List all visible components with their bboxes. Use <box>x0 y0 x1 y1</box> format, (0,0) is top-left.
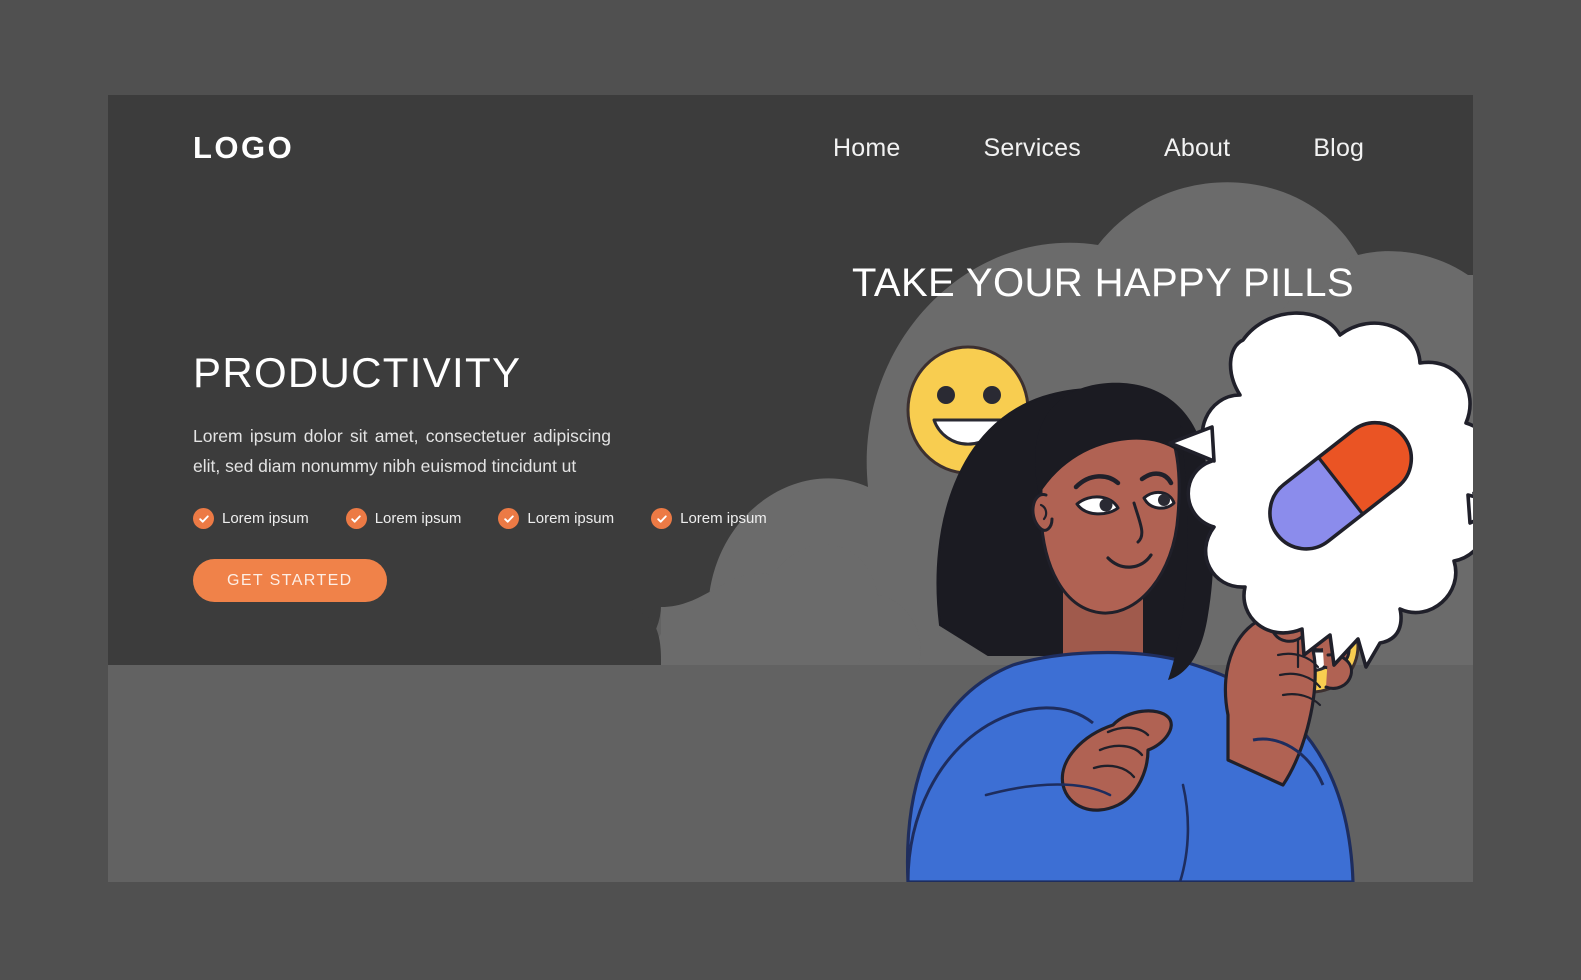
feature-list: Lorem ipsum Lorem ipsum Lorem ipsum Lore… <box>193 508 767 530</box>
feature-label: Lorem ipsum <box>527 510 615 528</box>
nav-item-services[interactable]: Services <box>984 136 1081 161</box>
feature-label: Lorem ipsum <box>680 510 767 528</box>
nav-item-about[interactable]: About <box>1164 136 1230 161</box>
feature-item-2[interactable]: Lorem ipsum <box>345 508 462 530</box>
page-title: PRODUCTIVITY <box>193 349 522 396</box>
landing-page-card: LOGO Home Services About Blog TAKE YOUR … <box>108 95 1473 882</box>
hero-copy-block: PRODUCTIVITY Lorem ipsum dolor sit amet,… <box>193 349 767 603</box>
site-header: LOGO Home Services About Blog <box>108 95 1473 215</box>
logo[interactable]: LOGO <box>193 132 294 163</box>
main-navigation: Home Services About Blog <box>833 136 1364 161</box>
smiley-face-medium-icon <box>1264 598 1360 694</box>
screenshot-canvas: LOGO Home Services About Blog TAKE YOUR … <box>0 0 1581 980</box>
feature-item-4[interactable]: Lorem ipsum <box>651 508 767 530</box>
feature-label: Lorem ipsum <box>374 510 462 528</box>
hero-description: Lorem ipsum dolor sit amet, consectetuer… <box>193 426 611 477</box>
feature-label: Lorem ipsum <box>222 510 309 528</box>
smiley-face-small-icon <box>1233 705 1299 771</box>
check-circle-icon <box>193 508 214 530</box>
check-circle-icon <box>498 508 520 530</box>
feature-item-3[interactable]: Lorem ipsum <box>498 508 615 530</box>
check-circle-icon <box>345 508 367 530</box>
nav-item-home[interactable]: Home <box>833 136 901 161</box>
illustration-title: TAKE YOUR HAPPY PILLS <box>852 261 1354 305</box>
nav-item-blog[interactable]: Blog <box>1313 136 1364 161</box>
get-started-button[interactable]: GET STARTED <box>193 559 387 603</box>
feature-item-1[interactable]: Lorem ipsum <box>193 508 309 530</box>
check-circle-icon <box>651 508 673 530</box>
